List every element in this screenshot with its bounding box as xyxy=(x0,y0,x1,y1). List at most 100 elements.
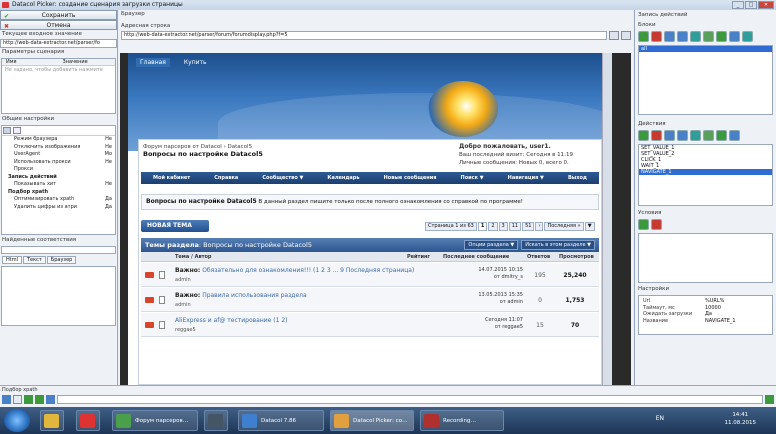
step-icon[interactable] xyxy=(716,31,727,42)
last-post-author[interactable]: от admin xyxy=(500,299,523,305)
up-icon[interactable] xyxy=(664,130,675,141)
thread-title[interactable]: Важно: Правила использования раздела xyxy=(175,292,307,299)
add-icon[interactable] xyxy=(24,395,33,404)
cancel-button[interactable]: ✖ Отмена xyxy=(0,20,117,30)
welcome-messages[interactable]: Личные сообщения: Новых 0, всего 0. xyxy=(459,160,569,166)
pager-item[interactable]: 11 xyxy=(508,222,522,231)
thread-author[interactable]: reggae5 xyxy=(175,327,196,333)
play-icon[interactable] xyxy=(703,130,714,141)
language-indicator[interactable]: EN xyxy=(656,415,664,422)
conditions-list[interactable] xyxy=(638,233,773,283)
forum-menu-item[interactable]: Выход xyxy=(568,175,587,181)
info-icon[interactable] xyxy=(13,395,22,404)
property-value[interactable]: NAVIGATE_1 xyxy=(705,318,736,325)
last-post-author[interactable]: от reggae5 xyxy=(495,324,523,330)
forum-menu-item[interactable]: Календарь xyxy=(327,175,359,181)
save-button[interactable]: ✔ Сохранить xyxy=(0,10,117,20)
tab-text[interactable]: Текст xyxy=(22,256,46,264)
pager-item[interactable]: 2 xyxy=(488,222,498,231)
maximize-button[interactable]: □ xyxy=(745,1,757,9)
run-icon[interactable] xyxy=(690,31,701,42)
page-scrollbar[interactable] xyxy=(602,53,612,385)
taskbar-app[interactable] xyxy=(204,410,228,431)
forum-menu-item[interactable]: Справка xyxy=(214,175,238,181)
setting-row[interactable]: Оптимизировать xpath Да xyxy=(2,196,115,204)
taskbar-yandex[interactable] xyxy=(76,410,100,431)
step-icon[interactable] xyxy=(716,130,727,141)
thread-row[interactable]: Важно: Обязательно для ознакомления!!! (… xyxy=(141,263,599,287)
thread-title[interactable]: AliExpress и af@ тестирование (1 2) xyxy=(175,317,288,324)
thread-title-text[interactable]: AliExpress и af@ тестирование xyxy=(175,317,271,324)
forum-options-button[interactable]: Опции раздела ▼ xyxy=(464,240,519,250)
xpath-input[interactable] xyxy=(57,395,763,404)
current-url-field[interactable]: http://web-data-extractor.net/parser/fo xyxy=(0,39,117,48)
settings-icon[interactable] xyxy=(729,31,740,42)
setting-row[interactable]: UserAgent Mo xyxy=(2,151,115,159)
taskbar-recording[interactable]: Recording… xyxy=(420,410,504,431)
taskbar-datacol[interactable]: Datacol 7.86 xyxy=(238,410,324,431)
setting-row[interactable]: Режим браузера Нe xyxy=(2,136,115,144)
thread-title-text[interactable]: Обязательно для ознакомления!!! xyxy=(202,267,311,274)
close-button[interactable]: ✕ xyxy=(758,1,774,9)
action-properties[interactable]: Url %URL% Таймаут, мс 10000 Ожидать загрузки… xyxy=(638,295,773,335)
taskbar-explorer[interactable] xyxy=(40,410,64,431)
settings-icon[interactable] xyxy=(729,130,740,141)
actions-list[interactable]: SET_VALUE_1 SET_VALUE_2 CLICK_1 WAIT_1 NAVIG… xyxy=(638,144,773,206)
forum-menu-item[interactable]: Сообщество ▼ xyxy=(262,175,303,181)
pager-item[interactable]: › xyxy=(535,222,544,231)
pager-item[interactable]: Последняя » xyxy=(544,222,584,231)
html-view[interactable] xyxy=(1,266,116,326)
property-row[interactable]: Название NAVIGATE_1 xyxy=(639,318,772,325)
forum-menu-item[interactable]: Поиск ▼ xyxy=(461,175,484,181)
thread-title-text[interactable]: Правила использования раздела xyxy=(202,292,306,299)
pager-item[interactable]: 51 xyxy=(522,222,535,231)
thread-row[interactable]: Важно: Правила использования раздела adm… xyxy=(141,288,599,312)
pager-item[interactable]: 1 xyxy=(477,222,488,231)
add-child-icon[interactable] xyxy=(35,395,44,404)
play-icon[interactable] xyxy=(703,31,714,42)
minimize-button[interactable]: _ xyxy=(732,1,744,9)
tab-html[interactable]: Html xyxy=(2,256,22,264)
col-topic[interactable]: Тема / Автор xyxy=(175,254,212,260)
apply-icon[interactable] xyxy=(765,395,774,404)
thread-title[interactable]: Важно: Обязательно для ознакомления!!! (… xyxy=(175,267,414,274)
params-grid[interactable]: Имя Значение Не задано, чтобы добавить на… xyxy=(1,58,116,114)
taskbar-chrome[interactable]: Форум парсеров… xyxy=(112,410,198,431)
copy-icon[interactable] xyxy=(609,31,619,40)
blocks-list[interactable]: all xyxy=(638,45,773,115)
search-forum-button[interactable]: Искать в этом разделе ▼ xyxy=(521,240,595,250)
forum-menu-item[interactable]: Навигация ▼ xyxy=(508,175,544,181)
thread-author[interactable]: admin xyxy=(175,302,191,308)
thread-author[interactable]: admin xyxy=(175,277,191,283)
setting-row[interactable]: Удалить цифры из атри Да xyxy=(2,204,115,212)
pager-item[interactable]: Страница 1 из 63 xyxy=(425,222,477,231)
col-replies[interactable]: Ответов xyxy=(527,254,550,260)
sort-az-icon[interactable] xyxy=(13,127,21,134)
go-icon[interactable] xyxy=(621,31,631,40)
refresh-icon[interactable] xyxy=(742,31,753,42)
col-views[interactable]: Просмотров xyxy=(559,254,594,260)
remove-icon[interactable] xyxy=(651,130,662,141)
remove-icon[interactable] xyxy=(651,219,662,230)
clock[interactable]: 14:41 11.08.2015 xyxy=(725,411,757,427)
new-topic-button[interactable]: НОВАЯ ТЕМА xyxy=(141,220,209,232)
down-icon[interactable] xyxy=(677,130,688,141)
last-post-author[interactable]: от dmitry_s xyxy=(494,274,523,280)
setting-row[interactable]: Подбор xpath xyxy=(2,189,115,197)
remove-icon[interactable] xyxy=(651,31,662,42)
matches-box[interactable] xyxy=(1,246,116,254)
tab-browser[interactable]: Браузер xyxy=(46,256,77,264)
add-icon[interactable] xyxy=(638,31,649,42)
pager-item[interactable]: 3 xyxy=(498,222,508,231)
block-item[interactable]: all xyxy=(639,46,772,52)
col-last[interactable]: Последнее сообщение xyxy=(443,254,509,260)
setting-row[interactable]: Показывать хит Нe xyxy=(2,181,115,189)
categorized-icon[interactable] xyxy=(3,127,11,134)
taskbar-picker[interactable]: Datacol Picker: co… xyxy=(330,410,414,431)
add-icon[interactable] xyxy=(638,219,649,230)
start-button[interactable] xyxy=(4,409,30,432)
address-input[interactable]: http://web-data-extractor.net/parser/for… xyxy=(121,31,607,40)
pager-item[interactable]: ▼ xyxy=(584,222,595,231)
setting-row[interactable]: Прокси xyxy=(2,166,115,174)
nav-buy[interactable]: Купить xyxy=(180,58,211,67)
